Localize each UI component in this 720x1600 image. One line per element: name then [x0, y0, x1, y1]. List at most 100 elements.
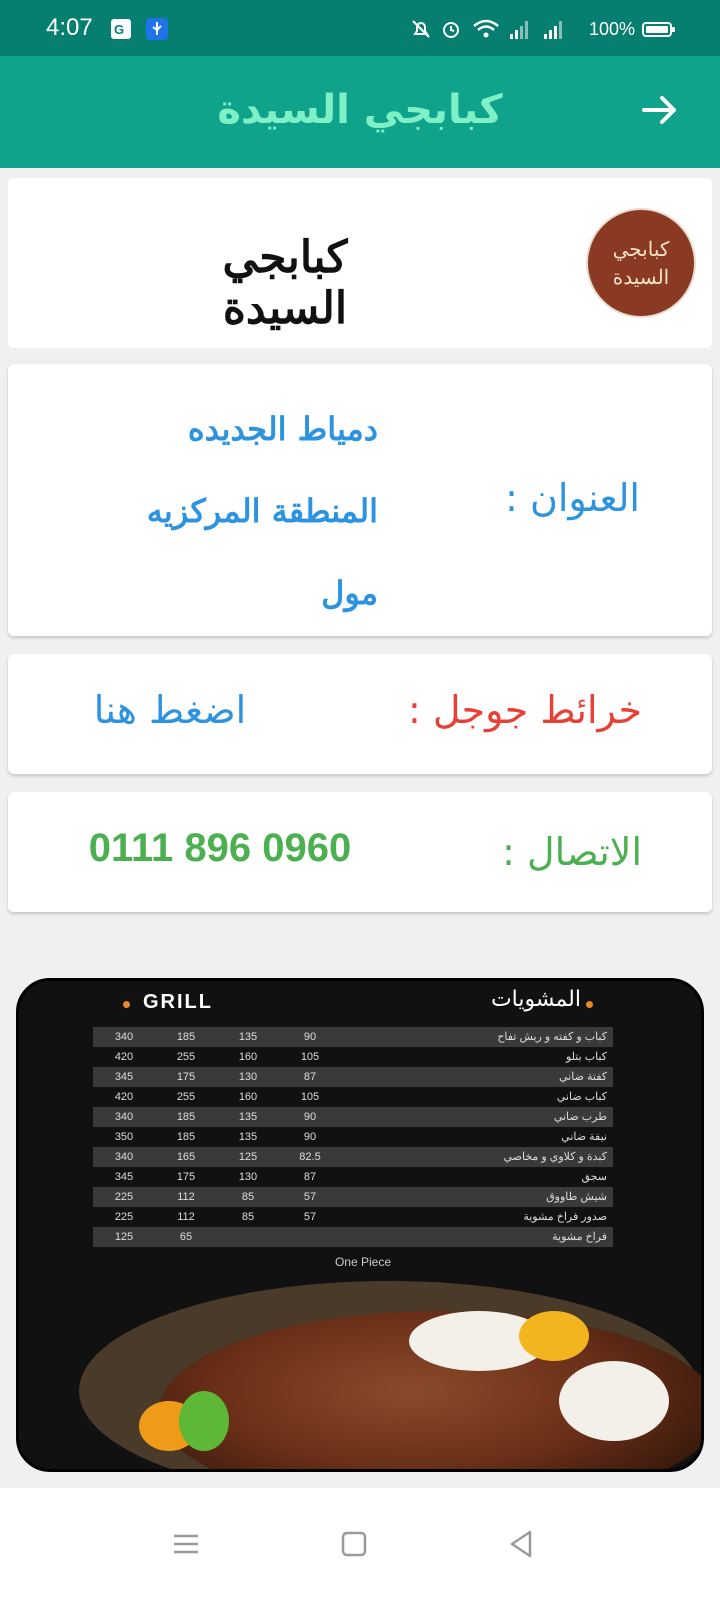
menu-item-name: كباب و كفته و ريش تفاح [497, 1031, 607, 1043]
menu-price: 225 [114, 1211, 134, 1223]
back-triangle-icon[interactable] [502, 1524, 542, 1564]
translate-icon: G [111, 19, 131, 39]
menu-image[interactable]: GRILL المشويات 340 185 135 90 كباب و كفته و … [16, 978, 704, 1472]
menu-price: 90 [303, 1131, 317, 1143]
menu-price: 135 [238, 1131, 258, 1143]
svg-text:G: G [114, 22, 124, 37]
menu-row: 345 175 130 87 سجق [93, 1167, 613, 1187]
maps-label: خرائط جوجل : [407, 688, 642, 732]
menu-item-name: كباب ضاني [556, 1091, 607, 1103]
menu-price [217, 1227, 279, 1247]
menu-price: 65 [179, 1231, 193, 1243]
menu-row: 340 185 135 90 طرب ضاني [93, 1107, 613, 1127]
address-line-2: المنطقة المركزيه مول [146, 492, 378, 612]
menu-price: 175 [176, 1071, 196, 1083]
menu-price: 255 [176, 1051, 196, 1063]
menu-bullet-icon [586, 1001, 593, 1008]
battery-percent: 100% [589, 19, 636, 39]
menu-price: 105 [300, 1091, 320, 1103]
menu-row: 420 255 160 105 كباب بتلو [93, 1047, 613, 1067]
menu-bullet-icon [123, 1001, 130, 1008]
arrow-right-icon[interactable] [638, 88, 682, 132]
menu-item-name: طرب ضاني [553, 1111, 607, 1123]
menu-price: 105 [300, 1051, 320, 1063]
menu-price: 185 [176, 1111, 196, 1123]
menu-item-name: فراخ مشوية [552, 1231, 607, 1243]
menu-price: 87 [303, 1171, 317, 1183]
menu-item-name: نيفة ضاني [561, 1131, 607, 1143]
menu-item-name: صدور فراخ مشوية [523, 1211, 607, 1223]
status-bar: 4:07 G 100% [0, 0, 720, 56]
menu-row: 225 112 85 57 صدور فراخ مشوية [93, 1207, 613, 1227]
menu-price [279, 1227, 341, 1247]
menu-price: 420 [114, 1091, 134, 1103]
menu-price: 255 [176, 1091, 196, 1103]
phone-number[interactable]: 0111 896 0960 [60, 826, 380, 871]
battery-icon [642, 22, 675, 37]
menu-row: 125 65 فراخ مشوية [93, 1227, 613, 1247]
logo-text-line-1: كبابجي [612, 237, 670, 261]
navigation-bar [0, 1488, 720, 1600]
menu-price: 112 [177, 1211, 195, 1223]
menu-row: 420 255 160 105 كباب ضاني [93, 1087, 613, 1107]
menu-price: 175 [176, 1171, 196, 1183]
restaurant-logo: كبابجي السيدة [586, 208, 696, 318]
usb-icon [146, 18, 168, 40]
menu-price: 345 [114, 1171, 134, 1183]
menu-price: 345 [114, 1071, 134, 1083]
pepper-slice [179, 1391, 229, 1451]
menu-price: 90 [303, 1111, 317, 1123]
address-line-1: دمياط الجديده [187, 410, 378, 448]
app-bar-title: كبابجي السيدة [217, 87, 503, 133]
menu-price: 135 [238, 1111, 258, 1123]
menu-price: 125 [114, 1231, 134, 1243]
menu-price: 57 [303, 1211, 317, 1223]
menu-price: 340 [114, 1031, 134, 1043]
wifi-icon [473, 19, 499, 38]
menu-price: 135 [238, 1031, 258, 1043]
home-icon[interactable] [334, 1524, 374, 1564]
mute-icon [412, 20, 430, 38]
menu-price: 82.5 [299, 1151, 321, 1163]
pepper-slice [519, 1311, 589, 1361]
menu-price: 90 [303, 1031, 317, 1043]
restaurant-name: كبابجي السيدة [222, 232, 348, 334]
contact-label: الاتصال : [502, 830, 642, 874]
menu-price: 160 [238, 1091, 258, 1103]
alarm-icon [443, 22, 459, 38]
menu-price: 420 [114, 1051, 134, 1063]
menu-price: 165 [176, 1151, 196, 1163]
menu-price: 340 [114, 1151, 134, 1163]
menu-item-name: كفتة ضاني [559, 1071, 607, 1083]
menu-row: 225 112 85 57 شيش طاووق [93, 1187, 613, 1207]
menu-price: 185 [176, 1131, 196, 1143]
menu-price: 125 [238, 1151, 258, 1163]
status-time: 4:07 [46, 14, 93, 41]
maps-link[interactable]: اضغط هنا [70, 688, 270, 732]
menu-price: 57 [303, 1191, 317, 1203]
menu-item-name: سجق [581, 1171, 608, 1183]
menu-row: 340 185 135 90 كباب و كفته و ريش تفاح [93, 1027, 613, 1047]
menu-price: 225 [114, 1191, 134, 1203]
address-label: العنوان : [505, 476, 640, 520]
menu-item-name: كباب بتلو [565, 1051, 607, 1063]
menu-price: 87 [303, 1071, 317, 1083]
menu-title-ar: المشويات [490, 987, 581, 1012]
onion-slice [559, 1361, 669, 1441]
menu-price: 85 [241, 1211, 255, 1223]
app-bar: كبابجي السيدة [0, 56, 720, 168]
menu-row: 340 165 125 82.5 كبدة و كلاوي و مخاصي [93, 1147, 613, 1167]
menu-price: 130 [238, 1071, 258, 1083]
menu-price: 185 [176, 1031, 196, 1043]
menu-row: 345 175 130 87 كفتة ضاني [93, 1067, 613, 1087]
signal-icon [510, 21, 528, 39]
menu-price: 340 [114, 1111, 134, 1123]
menu-price: 130 [238, 1171, 258, 1183]
menu-footer: One Piece [334, 1255, 392, 1269]
menu-item-name: كبدة و كلاوي و مخاصي [503, 1151, 607, 1163]
menu-icon[interactable] [166, 1524, 206, 1564]
signal-icon [544, 21, 562, 39]
menu-price: 85 [241, 1191, 255, 1203]
menu-price: 350 [114, 1131, 134, 1143]
menu-price: 160 [238, 1051, 258, 1063]
